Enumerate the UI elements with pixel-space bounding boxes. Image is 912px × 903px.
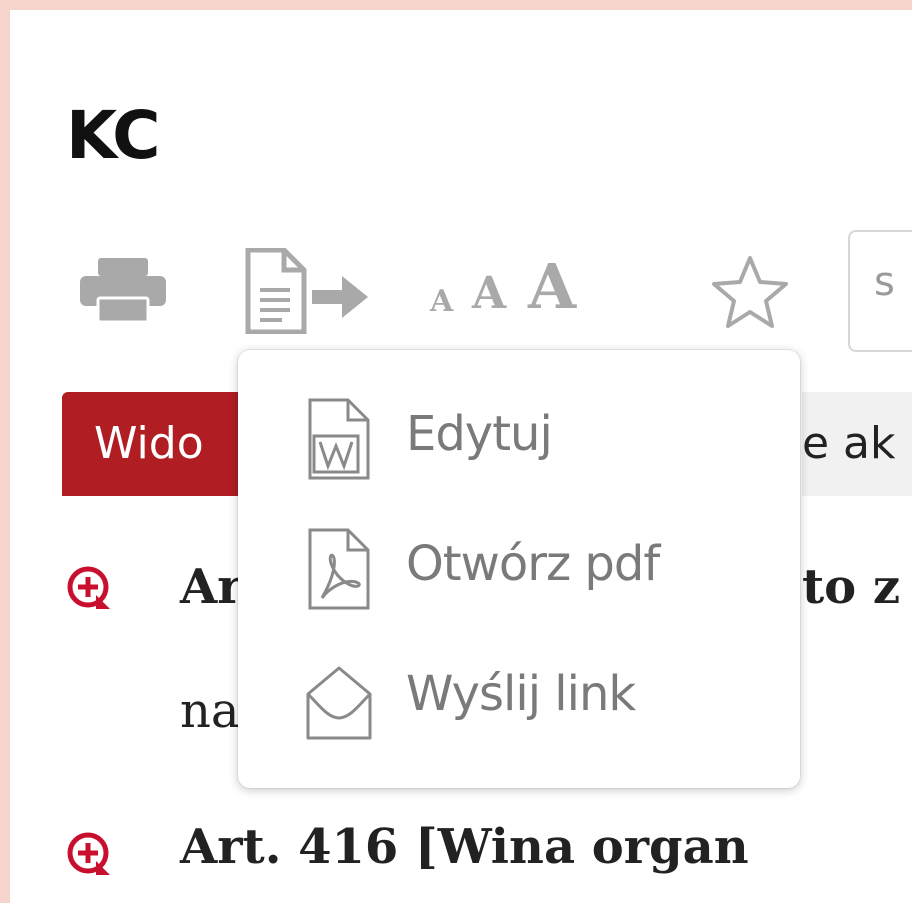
export-button[interactable] bbox=[242, 247, 382, 335]
article-title-end[interactable]: to z bbox=[802, 559, 900, 615]
menu-item-label: Otwórz pdf bbox=[406, 536, 660, 592]
tab-other[interactable]: e ak bbox=[802, 392, 912, 496]
menu-item-label: Wyślij link bbox=[406, 666, 636, 722]
article-title-start[interactable]: Ar bbox=[180, 559, 243, 615]
pdf-file-icon bbox=[308, 528, 370, 610]
star-outline-icon bbox=[712, 256, 788, 328]
expand-icon[interactable] bbox=[66, 565, 112, 611]
page-title: KC bbox=[66, 97, 161, 174]
export-dropdown-menu: Edytuj Otwórz pdf Wyślij link bbox=[238, 350, 800, 788]
article-title-line2: na bbox=[180, 683, 240, 739]
menu-item-label: Edytuj bbox=[406, 406, 553, 462]
document-export-icon bbox=[245, 247, 368, 335]
favorite-button[interactable] bbox=[708, 254, 792, 330]
search-field[interactable] bbox=[848, 230, 912, 352]
font-size-medium-button[interactable]: A bbox=[472, 268, 506, 319]
document-panel: KC A A A s Wido e ak Ar to z na Art. 416… bbox=[10, 10, 912, 903]
search-input[interactable] bbox=[850, 258, 912, 306]
font-size-large-button[interactable]: A bbox=[528, 250, 576, 323]
print-button[interactable] bbox=[78, 258, 168, 324]
tab-view[interactable]: Wido bbox=[62, 392, 262, 496]
envelope-open-icon bbox=[306, 666, 372, 740]
word-file-icon bbox=[308, 398, 370, 480]
font-size-small-button[interactable]: A bbox=[430, 284, 453, 319]
printer-icon bbox=[80, 258, 166, 324]
expand-icon[interactable] bbox=[66, 831, 112, 877]
document-toolbar: A A A bbox=[10, 230, 912, 352]
article-title[interactable]: Art. 416 [Wina organ bbox=[180, 819, 749, 875]
menu-item-open-pdf[interactable]: Otwórz pdf bbox=[304, 524, 774, 614]
menu-item-send-link[interactable]: Wyślij link bbox=[304, 654, 774, 744]
menu-item-edit[interactable]: Edytuj bbox=[304, 394, 774, 484]
